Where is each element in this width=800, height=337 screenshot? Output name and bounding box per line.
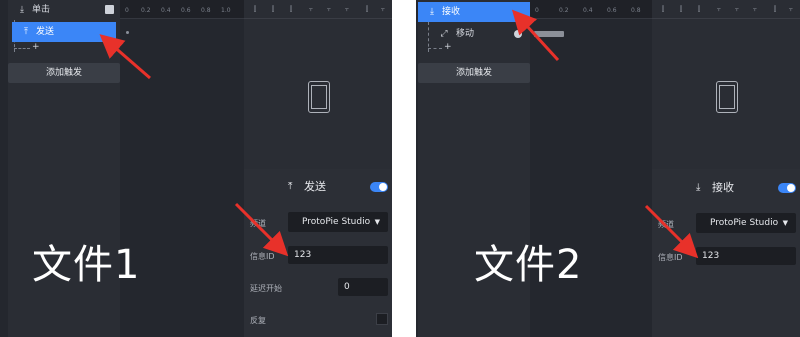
align-bottom-icon[interactable]: ⫟ xyxy=(750,4,760,14)
timeline-ruler: 0 0.2 0.4 0.6 0.8 1.0 xyxy=(120,0,244,19)
ruler-tick: 1.0 xyxy=(221,7,231,14)
distribute-icon[interactable]: ⫟ xyxy=(786,4,796,14)
repeat-label: 反复 xyxy=(250,316,266,325)
align-right-icon[interactable]: ⫿ xyxy=(286,4,296,14)
ruler-tick: 0 xyxy=(125,7,129,14)
add-trigger-button[interactable]: 添加触发 xyxy=(418,63,530,83)
tree-connector xyxy=(14,48,30,49)
channel-value: ProtoPie Studio xyxy=(302,217,371,227)
ruler-tick: 0.4 xyxy=(161,7,171,14)
ruler-tick: 0.8 xyxy=(631,7,641,14)
timeline-ruler: 0 0.2 0.4 0.6 0.8 xyxy=(530,0,652,19)
trigger-label: 单击 xyxy=(32,5,51,15)
file-caption: 文件1 xyxy=(32,242,141,288)
align-center-icon[interactable]: ⫿ xyxy=(676,4,686,14)
align-middle-icon[interactable]: ⫟ xyxy=(324,4,334,14)
align-top-icon[interactable]: ⫟ xyxy=(306,4,316,14)
align-bottom-icon[interactable]: ⫟ xyxy=(342,4,352,14)
scene-preview xyxy=(244,19,392,169)
ruler-tick: 0.4 xyxy=(583,7,593,14)
repeat-checkbox[interactable] xyxy=(376,313,388,325)
channel-select[interactable]: ProtoPie Studio ▼ xyxy=(288,212,388,232)
align-left-icon[interactable]: ⫿ xyxy=(658,4,668,14)
message-id-field[interactable]: 123 xyxy=(288,246,388,264)
delay-label: 延迟开始 xyxy=(250,284,282,293)
upload-icon: ⤒ xyxy=(24,27,28,37)
ruler-tick: 0.8 xyxy=(201,7,211,14)
move-icon: ⤢ xyxy=(440,29,448,39)
ruler-tick: 0 xyxy=(535,7,539,14)
add-response-button[interactable]: + xyxy=(32,42,40,52)
download-icon: ⤓ xyxy=(696,182,701,193)
add-response-button[interactable]: + xyxy=(444,42,452,52)
timeline-keyframe[interactable] xyxy=(514,30,522,38)
file-caption: 文件2 xyxy=(474,242,583,288)
response-toggle[interactable] xyxy=(370,182,388,192)
channel-label: 频道 xyxy=(658,220,674,229)
distribute-icon[interactable]: ⫿ xyxy=(362,4,372,14)
channel-select[interactable]: ProtoPie Studio ▼ xyxy=(696,213,796,233)
response-label: 移动 xyxy=(456,29,475,39)
distribute-icon[interactable]: ⫿ xyxy=(770,4,780,14)
property-panel: ⫿ ⫿ ⫿ ⫟ ⫟ ⫟ ⫿ ⫟ ⤓ 接收 频道 ProtoPie Studio … xyxy=(652,0,800,337)
device-icon xyxy=(308,81,330,113)
timeline-marker xyxy=(126,31,129,34)
response-header: ⤒ 发送 xyxy=(244,175,392,199)
chevron-down-icon: ▼ xyxy=(374,218,380,226)
align-right-icon[interactable]: ⫿ xyxy=(694,4,704,14)
channel-label: 频道 xyxy=(250,219,266,228)
delay-field[interactable]: 0 xyxy=(338,278,388,296)
trigger-row[interactable]: ⤓ 单击 xyxy=(8,0,120,20)
file2-screenshot: ⤓ 接收 ⤢ 移动 + 添加触发 0 0.2 0.4 0.6 0.8 ⫿ ⫿ ⫿… xyxy=(416,0,800,337)
response-header: ⤓ 接收 xyxy=(652,176,800,200)
file1-screenshot: ⤓ 单击 ⤒ 发送 + 添加触发 0 0.2 0.4 0.6 0.8 1.0 ⫿… xyxy=(0,0,392,337)
scene-preview xyxy=(652,19,800,169)
ruler-tick: 0.6 xyxy=(181,7,191,14)
download-icon: ⤓ xyxy=(430,7,434,17)
ruler-tick: 0.2 xyxy=(141,7,151,14)
align-toolbar: ⫿ ⫿ ⫿ ⫟ ⫟ ⫟ ⫿ ⫟ xyxy=(244,0,392,19)
upload-icon: ⤒ xyxy=(288,181,293,192)
distribute-icon[interactable]: ⫟ xyxy=(378,4,388,14)
ruler-tick: 0.6 xyxy=(607,7,617,14)
tree-connector xyxy=(428,48,442,49)
add-trigger-button[interactable]: 添加触发 xyxy=(8,63,120,83)
message-id-field[interactable]: 123 xyxy=(696,247,796,265)
align-center-icon[interactable]: ⫿ xyxy=(268,4,278,14)
device-icon xyxy=(716,81,738,113)
trigger-checkbox[interactable] xyxy=(105,5,114,14)
response-row-send[interactable]: ⤒ 发送 xyxy=(12,22,116,42)
response-title: 发送 xyxy=(304,180,326,193)
message-id-label: 信息ID xyxy=(250,252,275,261)
trigger-label: 接收 xyxy=(442,7,461,17)
message-id-label: 信息ID xyxy=(658,253,683,262)
property-panel: ⫿ ⫿ ⫿ ⫟ ⫟ ⫟ ⫿ ⫟ ⤒ 发送 频道 ProtoPie Studio … xyxy=(244,0,392,337)
ruler-tick: 0.2 xyxy=(559,7,569,14)
trigger-row-receive[interactable]: ⤓ 接收 xyxy=(418,2,530,22)
channel-value: ProtoPie Studio xyxy=(710,218,779,228)
divider xyxy=(392,0,416,337)
tap-icon: ⤓ xyxy=(20,5,24,15)
timeline-bar[interactable] xyxy=(534,31,564,37)
response-label: 发送 xyxy=(36,27,55,37)
align-left-icon[interactable]: ⫿ xyxy=(250,4,260,14)
align-toolbar: ⫿ ⫿ ⫿ ⫟ ⫟ ⫟ ⫿ ⫟ xyxy=(652,0,800,19)
trigger-title: 接收 xyxy=(712,181,734,194)
align-middle-icon[interactable]: ⫟ xyxy=(732,4,742,14)
align-top-icon[interactable]: ⫟ xyxy=(714,4,724,14)
trigger-toggle[interactable] xyxy=(778,183,796,193)
chevron-down-icon: ▼ xyxy=(782,219,788,227)
